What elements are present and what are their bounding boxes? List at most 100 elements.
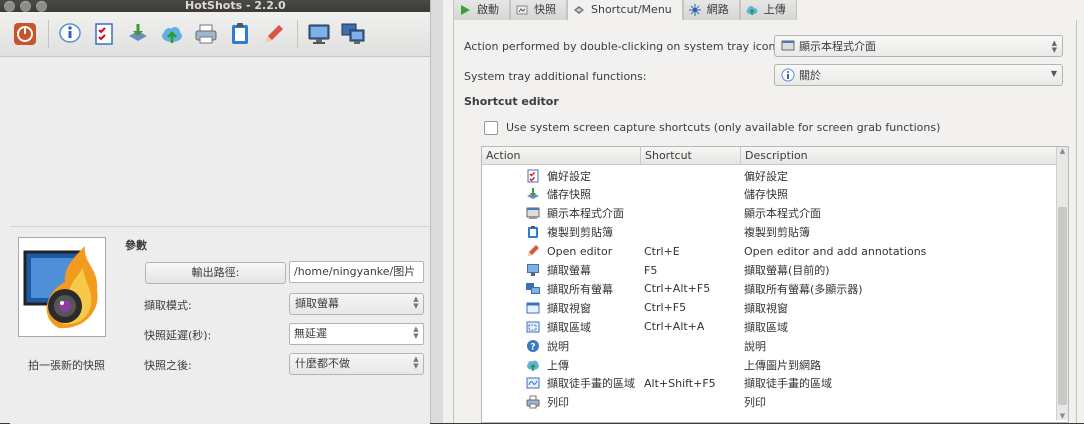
action-cell: ? 說明 <box>526 338 569 354</box>
shortcut-cell[interactable]: Ctrl+F5 <box>644 301 686 314</box>
table-row[interactable]: 上傳 上傳圖片到網路 <box>482 355 1056 374</box>
output-path-button[interactable]: 輸出路徑: <box>145 262 286 284</box>
action-cell: 擷取螢幕 <box>526 262 591 278</box>
table-row[interactable]: 擷取視窗 Ctrl+F5 擷取視窗 <box>482 298 1056 317</box>
shortcut-icon <box>574 6 584 14</box>
after-snapshot-select[interactable]: 什麼都不做 ▲ ▼ <box>289 353 424 375</box>
table-scrollbar[interactable]: ▲ ▼ <box>1056 147 1068 420</box>
window-title: HotShots - 2.2.0 <box>185 0 286 12</box>
tab-snapshot[interactable]: 快照 <box>510 0 567 21</box>
description-cell: 擷取徒手畫的區域 <box>744 377 832 391</box>
capture-mode-select[interactable]: 擷取螢幕 ▲ ▼ <box>289 293 424 315</box>
action-cell: 上傳 <box>526 357 569 373</box>
table-row[interactable]: 列印 列印 <box>482 393 1056 412</box>
printer-icon[interactable] <box>193 21 219 47</box>
table-row[interactable]: 擷取徒手畫的區域 Alt+Shift+F5 擷取徒手畫的區域 <box>482 374 1056 393</box>
shortcut-cell[interactable]: Ctrl+Alt+F5 <box>644 282 710 295</box>
clipboard-icon[interactable] <box>227 21 253 47</box>
table-row[interactable]: 顯示本程式介面 顯示本程式介面 <box>482 204 1056 223</box>
region-icon <box>526 320 540 334</box>
double-click-action-value: 顯示本程式介面 <box>799 40 876 53</box>
params-title: 參數 <box>125 239 147 252</box>
upload-cloud-icon[interactable] <box>159 21 185 47</box>
delay-spinbox[interactable]: 無延遲 ▲ ▼ <box>289 323 424 345</box>
header-description[interactable]: Description <box>740 147 1056 164</box>
description-cell: 偏好設定 <box>744 169 788 183</box>
action-cell: 顯示本程式介面 <box>526 205 624 221</box>
maximize-window-button[interactable] <box>36 0 47 12</box>
tray-functions-label: System tray additional functions: <box>464 70 647 83</box>
scrollbar-thumb[interactable] <box>1058 207 1067 405</box>
action-label: 顯示本程式介面 <box>547 207 624 221</box>
tab-shortcut-menu[interactable]: Shortcut/Menu <box>567 0 683 20</box>
spin-arrows-icon: ▲ ▼ <box>413 355 419 370</box>
double-click-action-select[interactable]: 顯示本程式介面 ▲ ▼ <box>774 35 1063 57</box>
scroll-down-icon[interactable]: ▼ <box>1057 412 1068 420</box>
action-label: 擷取區域 <box>547 320 591 334</box>
tab-network[interactable]: 網路 <box>682 0 740 21</box>
window-icon <box>526 301 540 315</box>
shortcut-cell[interactable]: F5 <box>644 264 657 277</box>
scroll-up-icon[interactable]: ▲ <box>1057 147 1068 155</box>
app-window-icon <box>781 40 795 51</box>
pencil-icon[interactable] <box>261 21 287 47</box>
capture-settings-panel: 拍一張新的快照 參數 輸出路徑: /home/ningyanke/图片 擷取模式… <box>10 226 430 424</box>
delay-value: 無延遲 <box>294 327 327 340</box>
table-row[interactable]: 偏好設定 偏好設定 <box>482 166 1056 185</box>
header-action[interactable]: Action <box>482 147 640 164</box>
settings-tabs: 啟動 快照 Shortcut/Menu 網路 上傳 <box>453 0 797 21</box>
minimize-window-button[interactable] <box>20 0 31 12</box>
description-cell: 列印 <box>744 396 766 410</box>
spin-arrows-icon: ▲ ▼ <box>1051 39 1057 54</box>
tab-startup[interactable]: 啟動 <box>453 0 510 21</box>
pencil-icon <box>526 244 540 258</box>
power-icon[interactable] <box>12 21 38 47</box>
freehand-icon <box>526 376 540 390</box>
window-controls <box>4 0 47 12</box>
description-cell: 顯示本程式介面 <box>744 207 821 221</box>
action-label: 儲存快照 <box>547 188 591 202</box>
shortcut-cell[interactable]: Alt+Shift+F5 <box>644 377 716 390</box>
tray-functions-value: 關於 <box>799 69 821 82</box>
table-row[interactable]: 擷取所有螢幕 Ctrl+Alt+F5 擷取所有螢幕(多顯示器) <box>482 279 1056 298</box>
action-label: 複製到剪貼簿 <box>547 226 613 240</box>
info-icon[interactable] <box>57 21 83 47</box>
monitor-icon[interactable] <box>306 21 332 47</box>
app-window-icon <box>526 206 540 220</box>
action-label: 說明 <box>547 339 569 353</box>
action-cell: 擷取所有螢幕 <box>526 281 613 297</box>
output-path-field[interactable]: /home/ningyanke/图片 <box>289 261 424 283</box>
action-label: 偏好設定 <box>547 169 591 183</box>
tab-label: 上傳 <box>763 3 786 16</box>
action-cell: 擷取區域 <box>526 319 591 335</box>
action-label: 擷取螢幕 <box>547 264 591 277</box>
shortcut-cell[interactable]: Ctrl+E <box>644 245 680 258</box>
multi-monitor-icon[interactable] <box>340 21 366 47</box>
table-row[interactable]: 複製到剪貼簿 複製到剪貼簿 <box>482 223 1056 242</box>
toolbar-separator <box>48 20 49 48</box>
table-row[interactable]: 擷取區域 Ctrl+Alt+A 擷取區域 <box>482 317 1056 336</box>
use-system-shortcuts-checkbox[interactable] <box>484 121 498 135</box>
upload-cloud-icon <box>526 358 540 372</box>
tab-label: 網路 <box>706 3 729 16</box>
description-cell: 擷取螢幕(目前的) <box>744 264 830 277</box>
checklist-icon[interactable] <box>91 21 117 47</box>
action-label: 列印 <box>547 396 569 410</box>
table-row[interactable]: Open editor Ctrl+E Open editor and add ann… <box>482 242 1056 261</box>
save-icon[interactable] <box>125 21 151 47</box>
table-row[interactable]: 擷取螢幕 F5 擷取螢幕(目前的) <box>482 261 1056 280</box>
hotshots-main-window: HotShots - 2.2.0 拍一張新的快照 參數 輸出路徑: /home/… <box>0 0 431 424</box>
double-click-action-label: Action performed by double-clicking on s… <box>464 40 780 53</box>
close-window-button[interactable] <box>4 0 15 12</box>
after-snapshot-label: 快照之後: <box>144 359 192 372</box>
shortcut-cell[interactable]: Ctrl+Alt+A <box>644 320 704 333</box>
tray-functions-select[interactable]: 關於 ▼ <box>774 64 1063 86</box>
snapshot-icon <box>516 5 528 15</box>
window-titlebar: HotShots - 2.2.0 <box>0 0 430 12</box>
action-cell: 複製到剪貼簿 <box>526 224 613 240</box>
tab-upload[interactable]: 上傳 <box>739 0 797 21</box>
header-shortcut[interactable]: Shortcut <box>640 147 740 164</box>
table-row[interactable]: ? 說明 說明 <box>482 336 1056 355</box>
toolbar-separator <box>297 20 298 48</box>
table-row[interactable]: 儲存快照 儲存快照 <box>482 185 1056 204</box>
